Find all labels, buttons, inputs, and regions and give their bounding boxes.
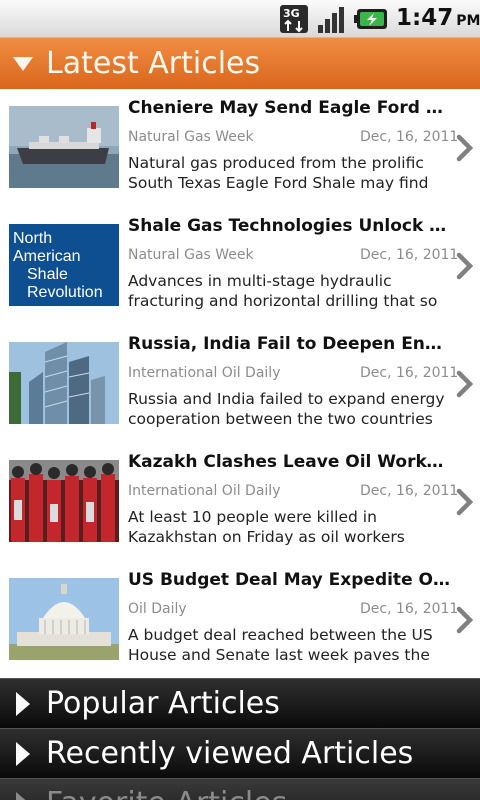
clock: 1:47 PM [396,5,480,31]
article-date: Dec, 16, 2011 [360,365,459,381]
article-summary: At least 10 people were killed in Kazakh… [128,508,405,546]
article-item[interactable]: US Budget Deal May Expedite Offs... Oil … [0,561,480,679]
section-header-recent[interactable]: Recently viewed Articles [0,728,480,778]
article-title: Cheniere May Send Eagle Ford Gas ... [128,98,450,118]
triangle-right-icon [0,779,46,800]
section-title-favorite: Favorite Articles [46,786,287,800]
article-source: Natural Gas Week [128,247,254,263]
article-thumbnail-shale: North American Shale Revolution [9,224,119,306]
clock-time: 1:47 [396,5,454,31]
article-summary: A budget deal reached between the US Hou… [128,626,433,664]
article-date: Dec, 16, 2011 [360,601,459,617]
triangle-right-icon [0,729,46,778]
article-source: International Oil Daily [128,365,281,381]
signal-icon [318,7,344,33]
article-date: Dec, 16, 2011 [360,247,459,263]
article-thumbnail-skyscrapers [9,342,119,424]
thumbnail-text-line: American [13,248,81,265]
section-title-latest: Latest Articles [46,46,261,81]
article-summary: Natural gas produced from the prolific S… [128,154,429,195]
chevron-right-icon [456,370,474,398]
3g-icon: 3G [280,5,308,33]
chevron-right-icon [456,488,474,516]
clock-ampm: PM [456,13,480,29]
article-thumbnail-capitol [9,578,119,660]
article-date: Dec, 16, 2011 [360,483,459,499]
triangle-right-icon [0,679,46,728]
article-title: US Budget Deal May Expedite Offs... [128,570,450,590]
article-item[interactable]: Kazakh Clashes Leave Oil Workers ... Int… [0,443,480,561]
svg-text:3G: 3G [283,7,300,20]
article-thumbnail-ship [9,106,119,188]
article-summary: Russia and India failed to expand energy… [128,390,445,428]
thumbnail-text-line: Revolution [27,284,103,301]
article-summary: Advances in multi-stage hydraulic fractu… [128,272,438,310]
section-title-popular: Popular Articles [46,686,280,721]
article-list: Cheniere May Send Eagle Ford Gas ... Nat… [0,89,480,678]
section-header-popular[interactable]: Popular Articles [0,678,480,728]
article-item[interactable]: Cheniere May Send Eagle Ford Gas ... Nat… [0,89,480,207]
article-title: Kazakh Clashes Leave Oil Workers ... [128,452,450,472]
section-header-favorite[interactable]: Favorite Articles [0,778,480,800]
article-title: Shale Gas Technologies Unlock Oil ... [128,216,450,236]
article-source: Natural Gas Week [128,129,254,145]
article-source: Oil Daily [128,601,187,617]
article-date: Dec, 16, 2011 [360,129,459,145]
section-title-recent: Recently viewed Articles [46,736,414,771]
article-item[interactable]: Russia, India Fail to Deepen Energy... I… [0,325,480,443]
chevron-right-icon [456,252,474,280]
status-bar: 3G 1:47 PM [0,0,480,38]
article-source: International Oil Daily [128,483,281,499]
article-thumbnail-riot-police [9,460,119,542]
chevron-right-icon [456,134,474,162]
chevron-right-icon [456,606,474,634]
triangle-down-icon [0,38,46,89]
article-item[interactable]: North American Shale Revolution Shale Ga… [0,207,480,325]
article-title: Russia, India Fail to Deepen Energy... [128,334,450,354]
battery-icon [354,9,387,29]
thumbnail-text-line: North [13,230,53,247]
section-header-latest[interactable]: Latest Articles [0,38,480,89]
thumbnail-text-line: Shale [27,266,68,283]
